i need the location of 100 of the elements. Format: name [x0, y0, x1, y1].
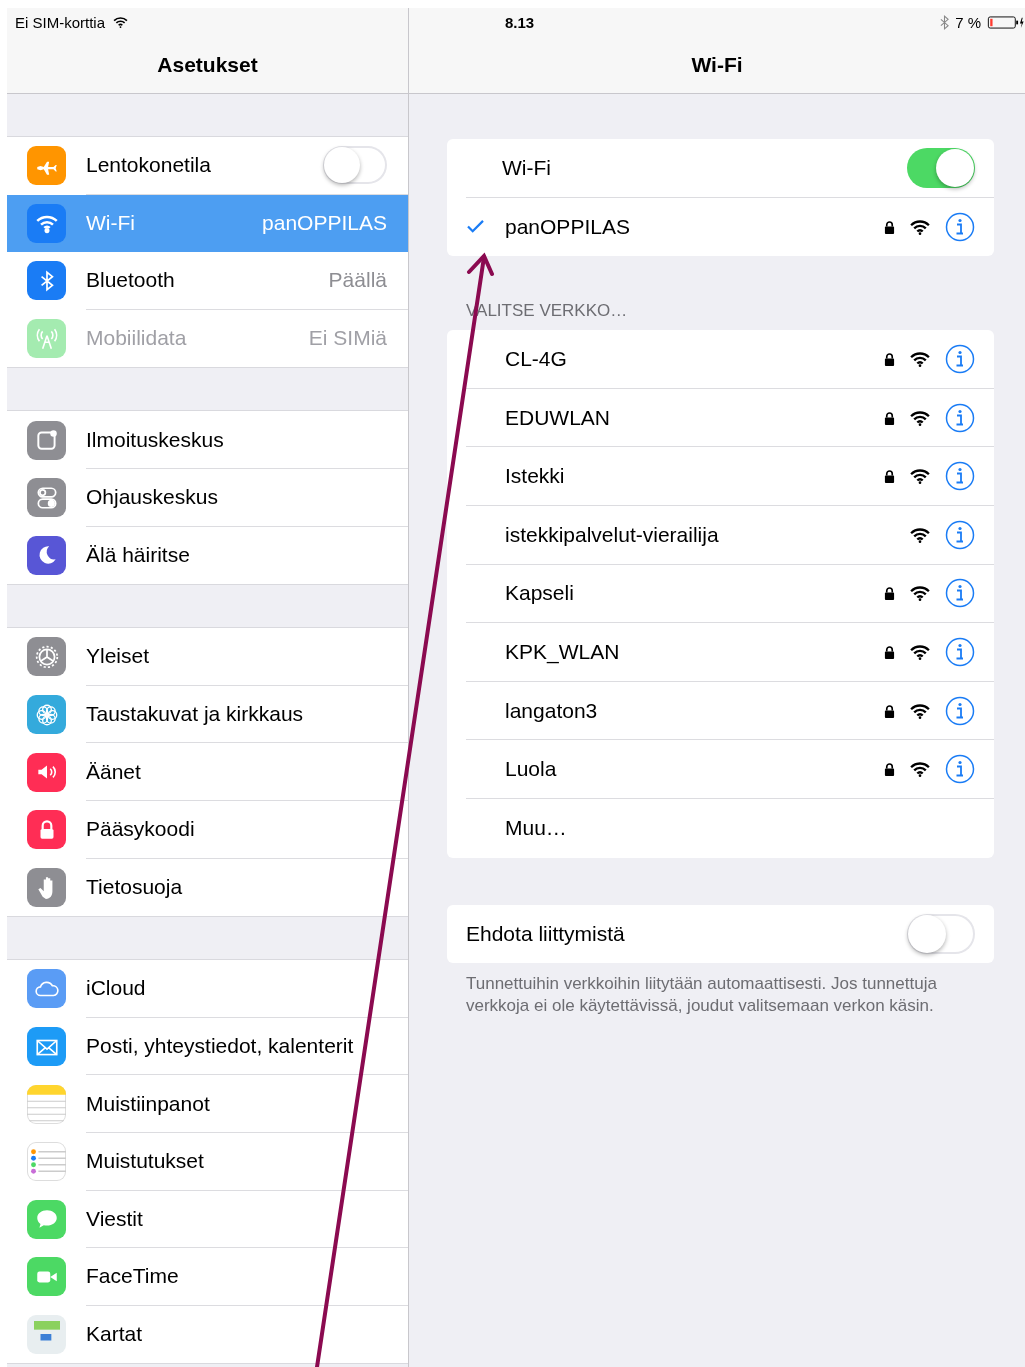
network-row[interactable]: panOPPILAS	[466, 197, 994, 257]
settings-item[interactable]: Muistiinpanot	[7, 1075, 408, 1133]
settings-value: Ei SIMiä	[308, 326, 387, 351]
settings-label: Taustakuvat ja kirkkaus	[86, 702, 304, 727]
settings-item[interactable]: Taustakuvat ja kirkkaus	[7, 685, 408, 744]
settings-label: FaceTime	[86, 1264, 179, 1289]
settings-value: Päällä	[328, 268, 387, 293]
settings-label: Älä häiritse	[86, 542, 190, 567]
info-icon[interactable]	[945, 636, 975, 667]
settings-item[interactable]: Viestit	[7, 1190, 408, 1249]
gear-icon	[27, 637, 66, 677]
network-name: panOPPILAS	[505, 214, 631, 239]
settings-label: Viestit	[86, 1206, 143, 1231]
settings-label: Mobiilidata	[86, 326, 187, 351]
settings-label: Lentokonetila	[86, 153, 211, 178]
hand-icon	[27, 867, 66, 907]
settings-label: Kartat	[86, 1322, 143, 1346]
network-row[interactable]: CL-4G	[466, 330, 994, 389]
settings-label: Äänet	[86, 759, 141, 784]
wifi-signal-icon	[909, 409, 931, 426]
settings-item[interactable]: Muistutukset	[7, 1132, 408, 1191]
network-name: Luola	[505, 757, 558, 782]
network-row[interactable]: Istekki	[466, 447, 994, 506]
ask-to-join-toggle[interactable]	[907, 913, 975, 954]
info-icon[interactable]	[945, 578, 975, 609]
wifi-icon	[27, 203, 66, 243]
network-name: Kapseli	[505, 581, 575, 606]
clock: 8.13	[505, 13, 535, 31]
network-name: CL-4G	[505, 347, 568, 371]
info-icon[interactable]	[945, 344, 975, 374]
speaker-icon	[27, 752, 66, 792]
notification-icon	[27, 420, 66, 460]
other-network-label: Muu…	[505, 816, 568, 841]
speech-bubble-icon	[27, 1199, 66, 1239]
wifi-signal-icon	[909, 351, 931, 367]
notepad-icon	[27, 1084, 66, 1124]
page-title: Wi-Fi	[691, 52, 743, 77]
info-icon[interactable]	[945, 211, 975, 242]
settings-item[interactable]: Älä häiritse	[7, 526, 408, 585]
network-row[interactable]: istekkipalvelut-vierailija	[466, 505, 994, 565]
ask-to-join-label: Ehdota liittymistä	[466, 921, 626, 946]
video-camera-icon	[27, 1257, 66, 1297]
settings-label: Bluetooth	[86, 268, 175, 293]
battery-icon	[987, 15, 1025, 29]
network-row[interactable]: Kapseli	[466, 564, 994, 624]
wifi-signal-icon	[909, 526, 931, 543]
settings-item[interactable]: Ohjauskeskus	[7, 468, 408, 527]
network-row[interactable]: Muu…	[466, 798, 994, 858]
wifi-signal-icon	[909, 218, 931, 235]
bluetooth-icon	[940, 14, 950, 30]
wifi-label: Wi-Fi	[502, 155, 552, 180]
network-name: istekkipalvelut-vierailija	[505, 522, 720, 547]
info-icon[interactable]	[945, 754, 975, 785]
network-row[interactable]: Luola	[466, 740, 994, 799]
settings-item[interactable]: FaceTime	[7, 1248, 408, 1306]
network-name: Istekki	[505, 464, 566, 489]
settings-item[interactable]: iCloud	[7, 960, 408, 1018]
settings-item[interactable]: Lentokonetila	[7, 137, 408, 195]
wifi-signal-icon	[909, 643, 931, 660]
network-name: langaton3	[505, 698, 599, 723]
settings-label: Pääsykoodi	[86, 817, 195, 842]
info-icon[interactable]	[945, 695, 975, 726]
wifi-toggle[interactable]	[907, 147, 975, 188]
info-icon[interactable]	[945, 402, 975, 433]
carrier-label: Ei SIM-korttia	[15, 13, 105, 31]
settings-item[interactable]: Yleiset	[7, 628, 408, 686]
lock-icon	[27, 810, 66, 850]
settings-label: Ilmoituskeskus	[86, 427, 224, 452]
settings-item[interactable]: Pääsykoodi	[7, 800, 408, 859]
info-icon[interactable]	[945, 461, 975, 492]
settings-item[interactable]: Bluetooth Päällä	[7, 252, 408, 310]
network-row[interactable]: EDUWLAN	[466, 388, 994, 448]
wifi-signal-icon	[909, 585, 931, 602]
battery-percent: 7 %	[955, 13, 981, 31]
airplane-mode-toggle[interactable]	[323, 146, 387, 185]
map-icon	[27, 1315, 66, 1354]
network-row[interactable]: KPK_WLAN	[466, 623, 994, 682]
wifi-signal-icon	[909, 702, 931, 719]
settings-label: Muistutukset	[86, 1149, 204, 1174]
settings-label: Yleiset	[86, 644, 150, 669]
network-name: KPK_WLAN	[505, 639, 621, 664]
airplane-icon	[27, 146, 66, 186]
settings-item[interactable]: Äänet	[7, 743, 408, 801]
network-row[interactable]: langaton3	[466, 681, 994, 741]
settings-item[interactable]: Tietosuoja	[7, 858, 408, 917]
settings-item[interactable]: Ilmoituskeskus	[7, 411, 408, 469]
settings-item[interactable]: Posti, yhteystiedot, kalenterit	[7, 1017, 408, 1076]
settings-item[interactable]: Kartat	[7, 1305, 408, 1364]
info-icon[interactable]	[945, 519, 975, 550]
switches-icon	[27, 478, 66, 518]
flower-icon	[27, 695, 66, 735]
moon-icon	[27, 535, 66, 575]
cloud-icon	[27, 969, 66, 1009]
bluetooth-icon	[27, 261, 66, 301]
wifi-signal-icon	[909, 761, 931, 778]
settings-label: Posti, yhteystiedot, kalenterit	[86, 1034, 354, 1058]
settings-label: Muistiinpanot	[86, 1091, 210, 1116]
list-icon	[27, 1142, 66, 1182]
envelope-icon	[27, 1027, 66, 1066]
settings-label: Wi-Fi	[86, 210, 135, 235]
